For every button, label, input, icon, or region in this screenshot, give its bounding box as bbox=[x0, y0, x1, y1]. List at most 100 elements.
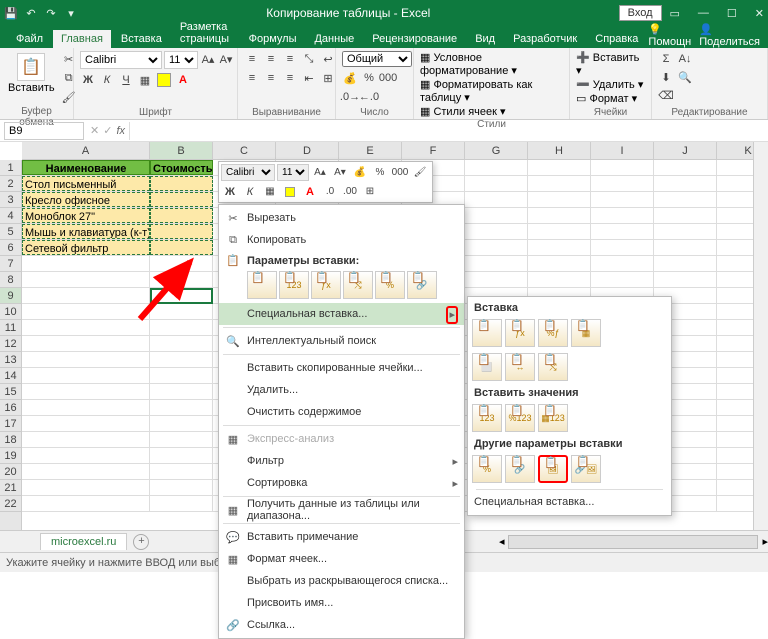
font-size-combo[interactable]: 11 bbox=[164, 51, 198, 69]
increase-font-icon[interactable]: A▴ bbox=[200, 51, 216, 67]
name-box[interactable]: B9 bbox=[4, 122, 84, 140]
inc-decimal-icon[interactable]: .0→ bbox=[342, 89, 358, 105]
find-icon[interactable]: 🔍 bbox=[677, 69, 693, 85]
share-button[interactable]: 👤 Поделиться bbox=[699, 23, 760, 48]
save-icon[interactable]: 💾 bbox=[4, 6, 18, 20]
fill-icon[interactable]: ⬇ bbox=[658, 69, 674, 85]
mini-inc-dec-icon[interactable]: .0 bbox=[321, 183, 339, 200]
close-icon[interactable]: ✕ bbox=[755, 7, 764, 20]
paste-values-icon[interactable]: 123 bbox=[279, 271, 309, 299]
sub-paste-formulas-fmt-icon[interactable]: %ƒ bbox=[538, 319, 568, 347]
ctx-smart-lookup[interactable]: 🔍Интеллектуальный поиск bbox=[219, 330, 464, 352]
align-right-icon[interactable]: ≡ bbox=[282, 70, 298, 86]
ctx-cut[interactable]: ✂Вырезать bbox=[219, 207, 464, 229]
format-cells-button[interactable]: ▭ Формат ▾ bbox=[576, 92, 637, 105]
insert-cells-button[interactable]: ➕ Вставить ▾ bbox=[576, 51, 645, 77]
mini-inc-font-icon[interactable]: A▴ bbox=[311, 164, 329, 181]
autosum-icon[interactable]: Σ bbox=[658, 51, 674, 67]
paste-formatting-icon[interactable]: % bbox=[375, 271, 405, 299]
ctx-clear[interactable]: Очистить содержимое bbox=[219, 401, 464, 423]
tab-file[interactable]: Файл bbox=[8, 30, 51, 48]
sub-picture-icon[interactable]: 🖼 bbox=[538, 455, 568, 483]
ctx-filter[interactable]: Фильтр▸ bbox=[219, 450, 464, 472]
cancel-formula-icon[interactable]: ✕ bbox=[90, 124, 99, 137]
tab-home[interactable]: Главная bbox=[53, 30, 111, 48]
wrap-text-icon[interactable]: ↩ bbox=[320, 51, 336, 67]
cell-styles-button[interactable]: ▦ Стили ячеек ▾ bbox=[420, 105, 506, 118]
ctx-delete[interactable]: Удалить... bbox=[219, 379, 464, 401]
mini-merge-icon[interactable]: ⊞ bbox=[361, 183, 379, 200]
align-bottom-icon[interactable]: ≡ bbox=[282, 51, 298, 67]
ribbon-options-icon[interactable]: ▭ bbox=[670, 7, 680, 20]
font-name-combo[interactable]: Calibri bbox=[80, 51, 162, 69]
mini-dec-dec-icon[interactable]: .00 bbox=[341, 183, 359, 200]
column-headers[interactable]: ABCDEFGHIJK bbox=[22, 142, 753, 160]
hscroll-right-icon[interactable]: ▸ bbox=[762, 535, 768, 548]
mini-fill-icon[interactable] bbox=[281, 183, 299, 200]
ctx-paste-special[interactable]: Специальная вставка...▸ bbox=[219, 303, 464, 325]
ctx-define-name[interactable]: Присвоить имя... bbox=[219, 592, 464, 614]
ctx-sort[interactable]: Сортировка▸ bbox=[219, 472, 464, 494]
sub-paste-transpose-icon[interactable]: ⤭ bbox=[538, 353, 568, 381]
percent-icon[interactable]: % bbox=[361, 70, 377, 86]
sheet-tab[interactable]: microexcel.ru bbox=[40, 533, 127, 550]
align-middle-icon[interactable]: ≡ bbox=[263, 51, 279, 67]
enter-formula-icon[interactable]: ✓ bbox=[103, 124, 112, 137]
indent-dec-icon[interactable]: ⇤ bbox=[301, 70, 317, 86]
bold-icon[interactable]: Ж bbox=[80, 72, 96, 88]
tab-review[interactable]: Рецензирование bbox=[364, 30, 465, 48]
mini-italic-icon[interactable]: К bbox=[241, 183, 259, 200]
ctx-insert-comment[interactable]: 💬Вставить примечание bbox=[219, 526, 464, 548]
border-icon[interactable]: ▦ bbox=[137, 72, 153, 88]
sub-paste-source-fmt-icon[interactable]: ▦ bbox=[571, 319, 601, 347]
ctx-link[interactable]: 🔗Ссылка... bbox=[219, 614, 464, 636]
align-center-icon[interactable]: ≡ bbox=[263, 70, 279, 86]
clear-icon[interactable]: ⌫ bbox=[658, 87, 674, 103]
fx-icon[interactable]: fx bbox=[116, 125, 125, 137]
decrease-font-icon[interactable]: A▾ bbox=[218, 51, 234, 67]
italic-icon[interactable]: К bbox=[99, 72, 115, 88]
mini-color-icon[interactable]: A bbox=[301, 183, 319, 200]
mini-size-combo[interactable]: 11 bbox=[277, 164, 309, 181]
comma-icon[interactable]: 000 bbox=[380, 70, 396, 86]
mini-painter-icon[interactable]: 🖌 bbox=[411, 164, 429, 181]
tab-insert[interactable]: Вставка bbox=[113, 30, 170, 48]
sub-paste-formulas-icon[interactable]: ƒx bbox=[505, 319, 535, 347]
delete-cells-button[interactable]: ➖ Удалить ▾ bbox=[576, 78, 643, 91]
sub-link-icon[interactable]: 🔗 bbox=[505, 455, 535, 483]
tab-data[interactable]: Данные bbox=[306, 30, 362, 48]
number-format-combo[interactable]: Общий bbox=[342, 51, 412, 67]
mini-dec-font-icon[interactable]: A▾ bbox=[331, 164, 349, 181]
orientation-icon[interactable]: ⤡ bbox=[301, 51, 317, 67]
mini-currency-icon[interactable]: 💰 bbox=[351, 164, 369, 181]
ctx-dropdown-list[interactable]: Выбрать из раскрывающегося списка... bbox=[219, 570, 464, 592]
currency-icon[interactable]: 💰 bbox=[342, 70, 358, 86]
mini-font-combo[interactable]: Calibri bbox=[221, 164, 275, 181]
sub-paste-special-link[interactable]: Специальная вставка... bbox=[472, 492, 667, 512]
tab-developer[interactable]: Разработчик bbox=[505, 30, 585, 48]
merge-icon[interactable]: ⊞ bbox=[320, 70, 336, 86]
sub-paste-all-icon[interactable] bbox=[472, 319, 502, 347]
ctx-copy[interactable]: ⧉Копировать bbox=[219, 229, 464, 251]
mini-percent-icon[interactable]: % bbox=[371, 164, 389, 181]
row-headers[interactable]: 12345678910111213141516171819202122 bbox=[0, 160, 22, 530]
sort-filter-icon[interactable]: A↓ bbox=[677, 51, 693, 67]
paste-all-icon[interactable] bbox=[247, 271, 277, 299]
sub-formatting-icon[interactable]: % bbox=[472, 455, 502, 483]
sub-paste-col-width-icon[interactable]: ↔ bbox=[505, 353, 535, 381]
sub-linked-picture-icon[interactable]: 🔗🖼 bbox=[571, 455, 601, 483]
formula-input[interactable] bbox=[129, 122, 768, 140]
undo-icon[interactable]: ↶ bbox=[24, 6, 38, 20]
mini-comma-icon[interactable]: 000 bbox=[391, 164, 409, 181]
ctx-insert-copied[interactable]: Вставить скопированные ячейки... bbox=[219, 357, 464, 379]
tab-help[interactable]: Справка bbox=[587, 30, 646, 48]
maximize-icon[interactable]: ☐ bbox=[727, 7, 737, 20]
dec-decimal-icon[interactable]: ←.0 bbox=[361, 89, 377, 105]
minimize-icon[interactable]: — bbox=[698, 7, 709, 20]
paste-link-icon[interactable]: 🔗 bbox=[407, 271, 437, 299]
font-color-icon[interactable]: A bbox=[175, 72, 191, 88]
paste-transpose-icon[interactable]: ⤭ bbox=[343, 271, 373, 299]
tab-formulas[interactable]: Формулы bbox=[241, 30, 305, 48]
align-top-icon[interactable]: ≡ bbox=[244, 51, 260, 67]
login-button[interactable]: Вход bbox=[619, 5, 662, 21]
